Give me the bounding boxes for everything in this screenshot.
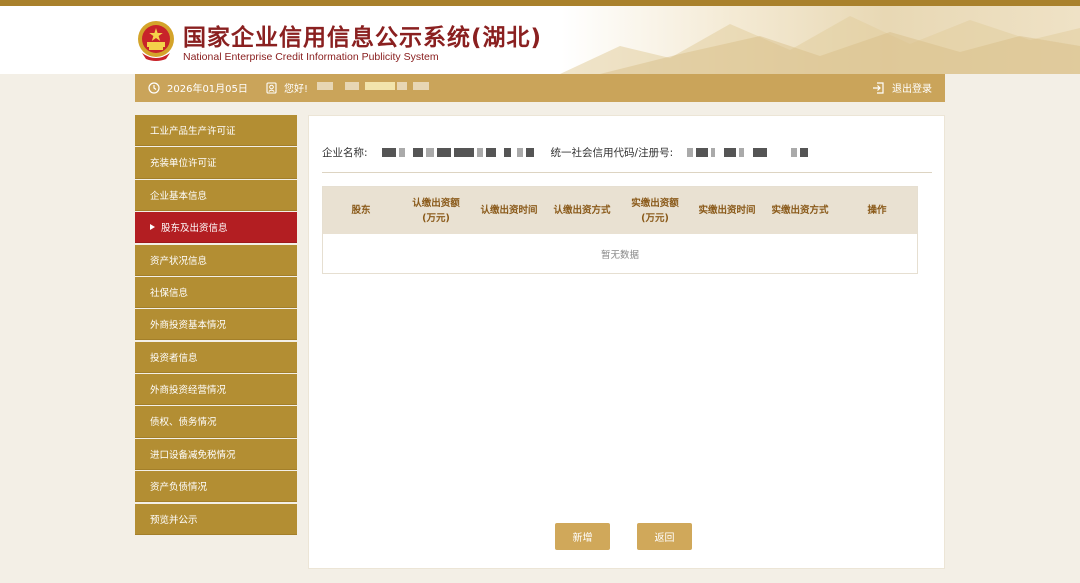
company-name-redacted [381,148,537,157]
sidebar-item-label: 外商投资基本情况 [150,320,227,332]
sidebar-nav: 工业产品生产许可证 充装单位许可证 企业基本信息 股东及出资信息 资产状况信息 … [135,115,297,536]
back-button[interactable]: 返回 [637,523,692,550]
table-header-row: 股东 认缴出资额 (万元) 认缴出资时间 认缴出资方式 实缴出资额 (万元) 实… [323,187,917,234]
logout-icon [873,81,884,94]
empty-state: 暂无数据 [600,249,639,261]
greeting-text: 您好! [284,84,309,95]
sidebar-item-label: 社保信息 [150,287,189,299]
th-subscribed-time: 认缴出资时间 [480,205,538,216]
sidebar-item-assets[interactable]: 资产状况信息 [135,244,297,276]
site-title: 国家企业信用信息公示系统(湖北) [183,25,543,51]
th-actions: 操作 [867,205,887,216]
date-text: 2026年01月05日 [167,84,248,95]
main-panel: 企业名称: 统一社会信用代码/注册号: 股东 认缴出资额 (万元) 认缴出资时间… [308,115,945,569]
national-emblem-icon [138,21,174,61]
sidebar-item-filling-license[interactable]: 充装单位许可证 [135,147,297,179]
sidebar-item-preview-publish[interactable]: 预览并公示 [135,503,297,535]
sidebar-item-basic-info[interactable]: 企业基本信息 [135,179,297,211]
clock-icon [148,81,160,94]
sidebar-item-import-tax-exemption[interactable]: 进口设备减免税情况 [135,438,297,470]
add-button[interactable]: 新增 [555,523,610,550]
sidebar-item-label: 外商投资经营情况 [150,385,227,397]
company-name-label: 企业名称: [322,147,368,159]
th-subscribed-amount: 认缴出资额 (万元) [412,197,460,224]
sidebar-item-debts[interactable]: 债权、债务情况 [135,406,297,438]
site-subtitle: National Enterprise Credit Information P… [183,51,439,63]
logout-label: 退出登录 [892,84,932,95]
sidebar-item-social-security[interactable]: 社保信息 [135,276,297,309]
th-paid-amount: 实缴出资额 (万元) [631,197,679,224]
sidebar-item-label: 进口设备减免税情况 [150,449,236,461]
logout-button[interactable]: 退出登录 [872,80,932,95]
credit-code-label: 统一社会信用代码/注册号: [550,147,674,159]
sidebar-item-label: 投资者信息 [150,352,198,364]
sidebar-item-foreign-investment-operations[interactable]: 外商投资经营情况 [135,374,297,406]
divider [322,172,932,173]
th-paid-method: 实缴出资方式 [771,205,829,216]
username-redacted [315,82,430,93]
sidebar-item-label: 资产负债情况 [150,482,208,494]
date-display: 2026年01月05日 [148,80,248,95]
th-subscribed-method: 认缴出资方式 [553,205,611,216]
sidebar-item-label: 股东及出资信息 [161,223,228,235]
sidebar-item-foreign-investment-basic[interactable]: 外商投资基本情况 [135,309,297,341]
sidebar-item-label: 企业基本信息 [150,190,208,202]
mountain-decoration [560,16,1080,74]
sidebar-item-label: 债权、债务情况 [150,417,217,429]
site-header: 国家企业信用信息公示系统(湖北) National Enterprise Cre… [0,6,1080,74]
shareholder-table: 股东 认缴出资额 (万元) 认缴出资时间 认缴出资方式 实缴出资额 (万元) 实… [322,186,918,274]
sidebar-item-label: 充装单位许可证 [150,158,217,170]
company-info-row: 企业名称: 统一社会信用代码/注册号: [322,145,811,160]
toolbar: 2026年01月05日 您好! 退出登录 [135,74,945,102]
user-badge-icon [266,81,277,94]
sidebar-item-label: 工业产品生产许可证 [150,126,236,138]
sidebar-item-balance-sheet[interactable]: 资产负债情况 [135,471,297,503]
sidebar-item-label: 资产状况信息 [150,255,208,267]
th-paid-time: 实缴出资时间 [698,205,756,216]
credit-code-redacted [687,148,811,157]
sidebar-item-investors[interactable]: 投资者信息 [135,341,297,373]
user-greeting: 您好! [266,80,430,95]
sidebar-item-label: 预览并公示 [150,514,198,526]
th-shareholder: 股东 [351,205,371,216]
sidebar-item-shareholders[interactable]: 股东及出资信息 [135,212,297,244]
sidebar-item-industrial-license[interactable]: 工业产品生产许可证 [135,115,297,147]
caret-right-icon [150,224,155,231]
